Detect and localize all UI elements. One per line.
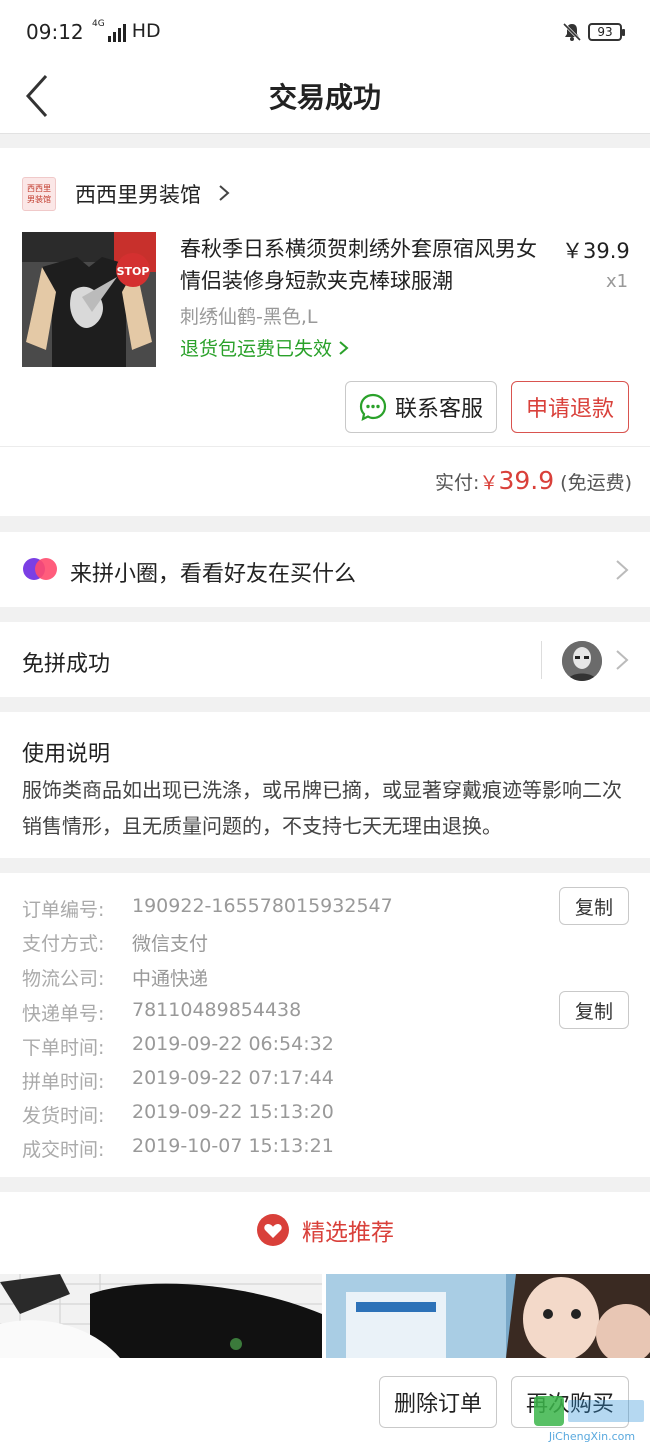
return-shipping-note[interactable]: 退货包运费已失效 [180,334,350,361]
deal-time-label: 成交时间: [22,1139,105,1161]
tracking-number-label: 快递单号: [22,1003,105,1025]
product-sku: 刺绣仙鹤-黑色,L [180,306,318,328]
recommend-photo-1 [0,1274,322,1358]
copy-tracking-number-button[interactable]: 复制 [559,991,629,1029]
ship-time-row: 发货时间: 2019-09-22 15:13:20 [22,1101,334,1128]
chat-icon [359,393,387,421]
order-number-row: 订单编号: 190922-165578015932547 [22,895,393,922]
jacket-photo: STOP [22,232,156,367]
paid-amount-row: 实付:￥39.9 (免运费) [0,466,632,495]
circle-logo-icon [23,558,57,580]
divider [541,641,542,679]
copy-order-number-button[interactable]: 复制 [559,887,629,925]
network-type: 4G [92,19,105,29]
ship-time-value: 2019-09-22 15:13:20 [132,1101,334,1123]
avatar[interactable] [562,641,602,681]
signal-icon [107,24,126,42]
logistics-company-value: 中通快递 [132,968,209,990]
recommend-title-row: 精选推荐 [0,1213,650,1247]
heart-icon [257,1214,289,1246]
group-time-row: 拼单时间: 2019-09-22 07:17:44 [22,1067,334,1094]
watermark-graphic: JiChengXin.com [534,1396,644,1443]
chevron-right-icon [339,341,349,355]
contact-service-button[interactable]: 联系客服 [345,381,497,433]
product-quantity: x1 [606,271,629,292]
ship-time-label: 发货时间: [22,1105,105,1127]
payment-method-row: 支付方式: 微信支付 [22,929,208,956]
deal-time-row: 成交时间: 2019-10-07 15:13:21 [22,1135,334,1162]
paid-label: 实付: [435,472,480,494]
return-note-label: 退货包运费已失效 [180,338,333,360]
chevron-right-icon[interactable] [615,649,629,671]
group-success-text: 免拼成功 [22,652,111,677]
order-time-label: 下单时间: [22,1037,105,1059]
shop-logo-line1: 西西里 [27,184,51,193]
shipping-note: (免运费) [560,472,632,494]
divider [0,446,650,447]
order-time-row: 下单时间: 2019-09-22 06:54:32 [22,1033,334,1060]
page-title: 交易成功 [268,81,381,114]
order-number-value: 190922-165578015932547 [132,895,393,917]
delete-order-button[interactable]: 删除订单 [379,1376,497,1428]
product-image[interactable]: STOP [22,232,156,367]
group-time-label: 拼单时间: [22,1071,105,1093]
shop-logo[interactable]: 西西里 男装馆 [22,177,56,211]
tracking-number-value: 78110489854438 [132,999,302,1021]
status-time: 09:12 [26,20,84,44]
recommend-photo-2 [326,1274,650,1358]
usage-text: 服饰类商品如出现已洗涤，或吊牌已摘，或显著穿戴痕迹等影响二次销售情形，且无质量问… [22,778,622,838]
payment-method-value: 微信支付 [132,933,209,955]
chevron-right-icon[interactable] [615,559,629,581]
order-time-value: 2019-09-22 06:54:32 [132,1033,334,1055]
group-time-value: 2019-09-22 07:17:44 [132,1067,334,1089]
signal-indicator: 4G HD [92,20,161,42]
product-title[interactable]: 春秋季日系横须贺刺绣外套原宿风男女情侣装修身短款夹克棒球服潮 [180,233,550,297]
recommend-title: 精选推荐 [302,1220,394,1246]
paid-amount: 39.9 [498,466,555,495]
shop-name[interactable]: 西西里男装馆 [75,179,201,209]
order-number-label: 订单编号: [22,899,105,921]
usage-title: 使用说明 [22,742,111,767]
stop-sign-text: STOP [117,265,150,278]
friend-circle-text[interactable]: 来拼小圈，看看好友在买什么 [70,556,356,588]
recommend-product-image[interactable] [326,1274,650,1358]
battery-indicator: 93 [588,23,625,41]
tracking-number-row: 快递单号: 78110489854438 [22,999,301,1026]
logistics-company-row: 物流公司: 中通快递 [22,964,208,991]
currency-symbol: ￥ [479,472,499,494]
contact-service-label: 联系客服 [394,397,483,422]
shop-logo-line2: 男装馆 [27,195,51,204]
chevron-right-icon[interactable] [217,184,231,202]
logistics-company-label: 物流公司: [22,968,105,990]
deal-time-value: 2019-10-07 15:13:21 [132,1135,334,1157]
recommend-product-image[interactable] [0,1274,322,1358]
avatar-image [562,641,602,681]
watermark-text: JiChengXin.com [548,1430,635,1443]
bell-muted-icon [562,22,582,42]
watermark-logo: JiChengXin.com [534,1396,650,1444]
payment-method-label: 支付方式: [22,933,105,955]
request-refund-button[interactable]: 申请退款 [511,381,629,433]
hd-label: HD [131,20,161,42]
product-price: ￥39.9 [562,239,630,263]
header: 交易成功 [0,62,650,134]
